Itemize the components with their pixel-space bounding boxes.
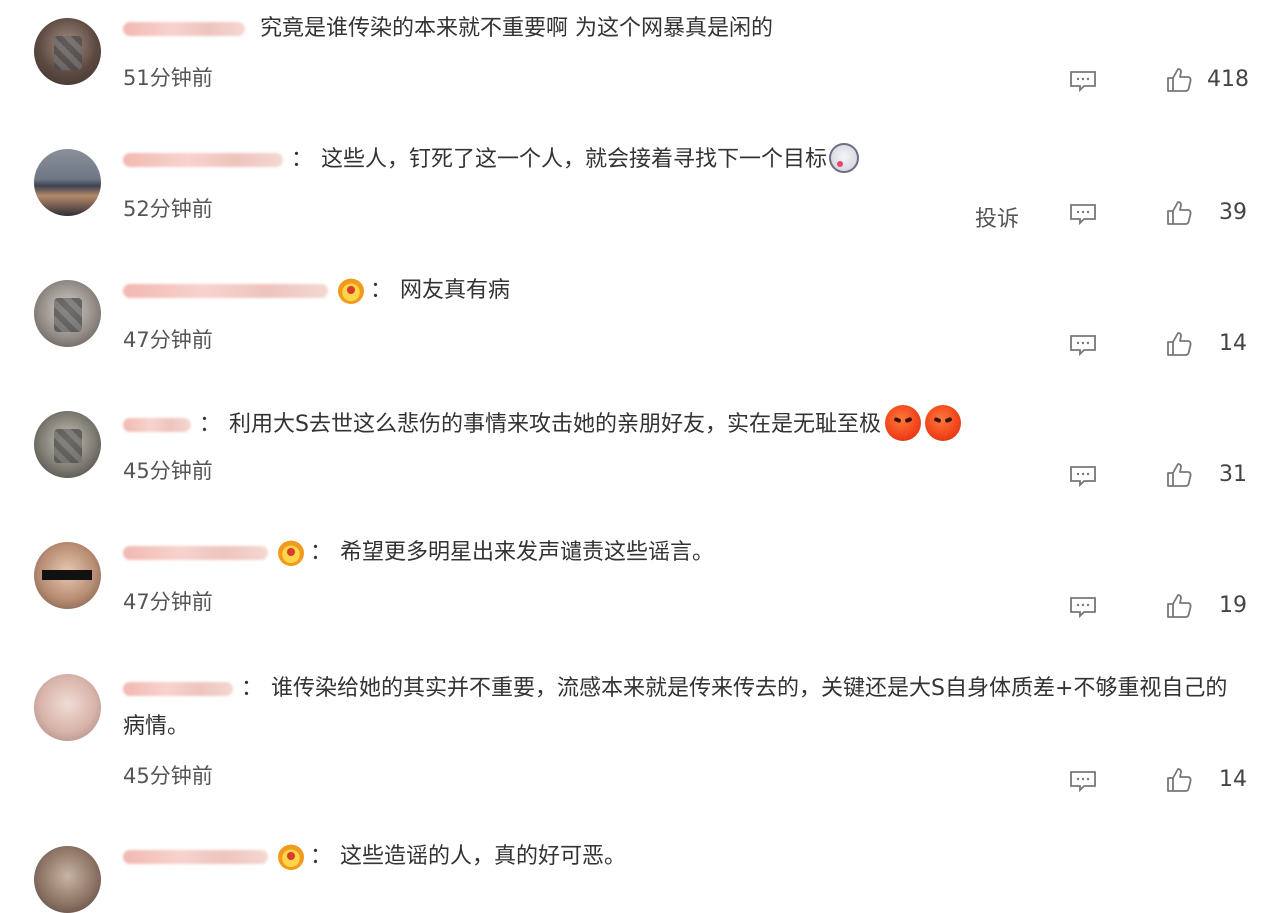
like-count: 19 xyxy=(1219,593,1247,618)
like-count: 418 xyxy=(1207,67,1249,92)
comment-text: 这些造谣的人，真的好可恶。 xyxy=(340,844,627,869)
avatar[interactable] xyxy=(34,411,101,478)
like-icon[interactable] xyxy=(1165,766,1193,794)
comment-time: 52分钟前 xyxy=(123,197,213,221)
comment-text: 希望更多明星出来发声谴责这些谣言。 xyxy=(340,540,715,565)
comment-text: 究竟是谁传染的本来就不重要啊 为这个网暴真是闲的 xyxy=(260,16,773,41)
avatar[interactable] xyxy=(34,18,101,85)
username-blurred[interactable] xyxy=(123,682,233,696)
comment-actions: 14 xyxy=(867,326,1267,366)
comment-line: ： 希望更多明星出来发声谴责这些谣言。 xyxy=(123,538,1227,568)
separator: ： xyxy=(199,412,222,437)
avatar[interactable] xyxy=(34,674,101,741)
avatar[interactable] xyxy=(34,280,101,347)
comment-line: ：谁传染给她的其实并不重要，流感本来就是传来传去的，关键还是大S自身体质差+不够… xyxy=(123,670,1243,746)
like-icon[interactable] xyxy=(1165,461,1193,489)
comment-time: 45分钟前 xyxy=(123,764,213,788)
comment-time: 51分钟前 xyxy=(123,66,213,90)
username-blurred[interactable] xyxy=(123,418,191,432)
comment-actions: 31 xyxy=(867,457,1267,497)
like-count: 31 xyxy=(1219,462,1247,487)
comment-time: 47分钟前 xyxy=(123,328,213,352)
comment-line: ： 这些造谣的人，真的好可恶。 xyxy=(123,842,1227,872)
avatar[interactable] xyxy=(34,542,101,609)
username-blurred[interactable] xyxy=(123,546,268,560)
like-count: 14 xyxy=(1219,767,1247,792)
comment-time: 45分钟前 xyxy=(123,459,213,483)
like-icon[interactable] xyxy=(1165,592,1193,620)
separator: ： xyxy=(291,147,314,172)
comment-icon[interactable] xyxy=(1069,334,1097,356)
comment-actions: 418 xyxy=(867,62,1267,102)
comment-actions: 投诉 39 xyxy=(867,195,1267,235)
report-button[interactable]: 投诉 xyxy=(975,201,1019,233)
comment-icon[interactable] xyxy=(1069,70,1097,92)
like-icon[interactable] xyxy=(1165,199,1193,227)
comment-icon[interactable] xyxy=(1069,596,1097,618)
separator: ： xyxy=(310,844,333,869)
comment-text: 利用大S去世这么悲伤的事情来攻击她的亲朋好友，实在是无耻至极 xyxy=(229,412,881,437)
comment-text: 这些人，钉死了这一个人，就会接着寻找下一个目标 xyxy=(321,147,828,172)
dizzy-emoji xyxy=(829,143,860,173)
like-icon[interactable] xyxy=(1165,66,1193,94)
comment-icon[interactable] xyxy=(1069,203,1097,225)
comment-text: 网友真有病 xyxy=(400,278,511,303)
separator: ： xyxy=(241,676,264,701)
comment-text: 谁传染给她的其实并不重要，流感本来就是传来传去的，关键还是大S自身体质差+不够重… xyxy=(123,676,1228,739)
comment-line: ： 利用大S去世这么悲伤的事情来攻击她的亲朋好友，实在是无耻至极 xyxy=(123,405,1227,443)
separator: ： xyxy=(370,278,393,303)
avatar[interactable] xyxy=(34,846,101,913)
comment-line: ： 网友真有病 xyxy=(123,276,1227,306)
eye-censor-bar xyxy=(42,570,92,580)
comment-time: 47分钟前 xyxy=(123,590,213,614)
vip-badge-icon xyxy=(338,278,364,304)
avatar[interactable] xyxy=(34,149,101,216)
like-count: 14 xyxy=(1219,331,1247,356)
username-blurred[interactable] xyxy=(123,153,283,167)
comment-icon[interactable] xyxy=(1069,465,1097,487)
separator: ： xyxy=(310,540,333,565)
comment-icon[interactable] xyxy=(1069,770,1097,792)
angry-emoji xyxy=(924,405,961,441)
comment-line: 究竟是谁传染的本来就不重要啊 为这个网暴真是闲的 xyxy=(123,14,1227,44)
like-icon[interactable] xyxy=(1165,330,1193,358)
vip-badge-icon xyxy=(278,540,304,566)
comment-actions: 19 xyxy=(867,588,1267,628)
comment-actions: 14 xyxy=(867,762,1267,802)
username-blurred[interactable] xyxy=(123,22,245,36)
username-blurred[interactable] xyxy=(123,850,268,864)
vip-badge-icon xyxy=(278,844,304,870)
username-blurred[interactable] xyxy=(123,284,328,298)
angry-emoji xyxy=(884,405,921,441)
comment-line: ： 这些人，钉死了这一个人，就会接着寻找下一个目标 xyxy=(123,143,1227,175)
like-count: 39 xyxy=(1219,200,1247,225)
